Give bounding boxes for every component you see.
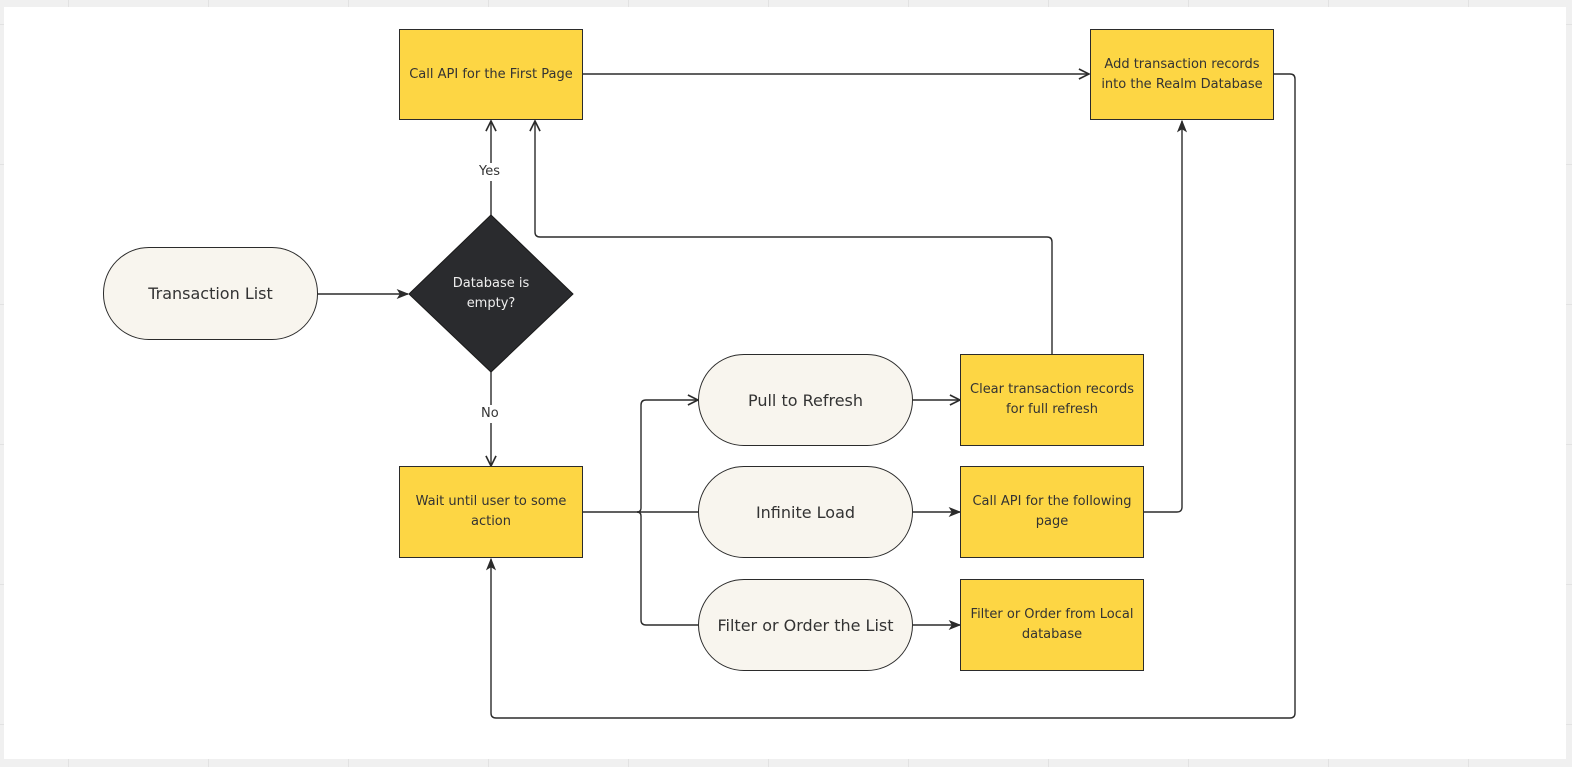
node-filter-or-order-list[interactable]: Filter or Order the List bbox=[698, 579, 913, 671]
node-label: Filter or Order the List bbox=[717, 615, 894, 635]
node-label: Transaction List bbox=[148, 284, 273, 303]
edge-label-yes: Yes bbox=[477, 163, 502, 181]
node-label: Filter or Order from Local database bbox=[970, 607, 1134, 642]
edge-wait-to-filter-order bbox=[636, 511, 698, 626]
node-database-empty-label: Database is empty? bbox=[431, 264, 551, 324]
node-infinite-load[interactable]: Infinite Load bbox=[698, 466, 913, 558]
node-call-api-following-page[interactable]: Call API for the following page bbox=[960, 466, 1144, 558]
edge-label-no: No bbox=[479, 405, 501, 423]
node-label: Add transaction records into the Realm D… bbox=[1101, 56, 1263, 92]
node-transaction-list[interactable]: Transaction List bbox=[103, 247, 318, 340]
node-label: Infinite Load bbox=[755, 502, 856, 522]
node-label: Call API for the following page bbox=[972, 494, 1132, 529]
node-clear-transaction-records[interactable]: Clear transaction records for full refre… bbox=[960, 354, 1144, 446]
node-wait-user-action[interactable]: Wait until user to some action bbox=[399, 466, 583, 558]
node-label: Call API for the First Page bbox=[409, 66, 573, 82]
node-label: Pull to Refresh bbox=[747, 390, 864, 410]
edge-call-api-following-to-add-records bbox=[1144, 119, 1188, 513]
node-filter-order-local-db[interactable]: Filter or Order from Local database bbox=[960, 579, 1144, 671]
node-pull-to-refresh[interactable]: Pull to Refresh bbox=[698, 354, 913, 446]
edge-clear-to-call-api-first bbox=[535, 121, 1053, 354]
node-label: Database is empty? bbox=[452, 276, 530, 311]
node-label: Wait until user to some action bbox=[415, 494, 567, 529]
node-add-transaction-records[interactable]: Add transaction records into the Realm D… bbox=[1090, 29, 1274, 120]
node-call-api-first-page[interactable]: Call API for the First Page bbox=[399, 29, 583, 120]
edge-wait-to-pull-refresh bbox=[636, 400, 698, 513]
node-label: Clear transaction records for full refre… bbox=[970, 382, 1134, 417]
